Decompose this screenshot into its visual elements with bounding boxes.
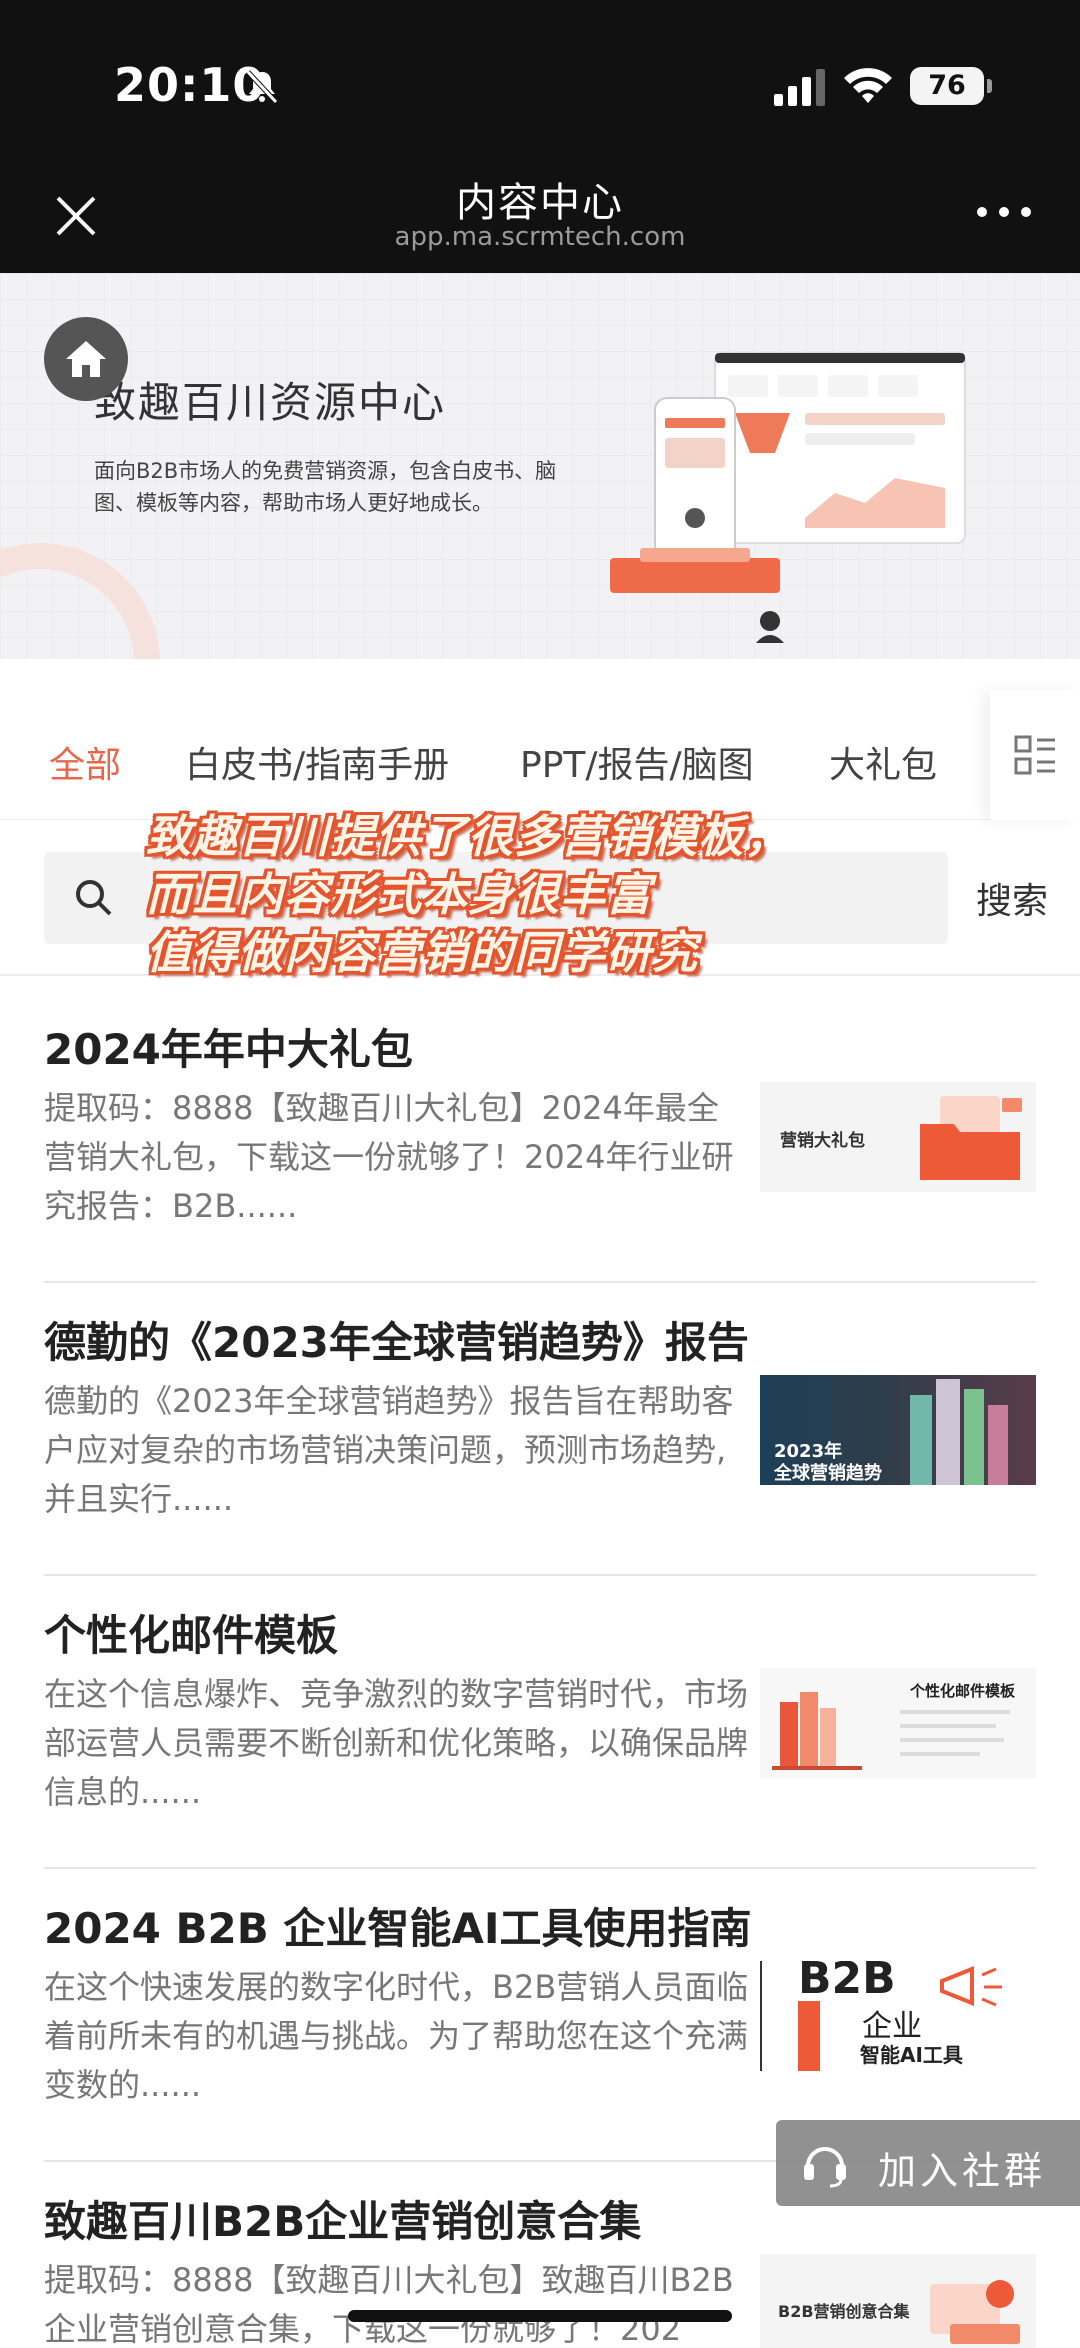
thumbnail-text-line [900, 1752, 980, 1756]
article-thumbnail[interactable]: B2B营销创意合集 [760, 2254, 1036, 2348]
hero-banner: 致趣百川资源中心 面向B2B市场人的免费营销资源，包含白皮书、脑图、模板等内容，… [0, 273, 1080, 659]
home-icon [66, 341, 106, 377]
nav-bar: 内容中心 app.ma.scrmtech.com [0, 170, 1080, 273]
banner-description: 面向B2B市场人的免费营销资源，包含白皮书、脑图、模板等内容，帮助市场人更好地成… [94, 459, 557, 515]
thumbnail-text-line [900, 1710, 1010, 1714]
article-thumbnail[interactable]: 2023年 全球营销趋势 [760, 1375, 1036, 1485]
tab-gift-pack[interactable]: 大礼包 [829, 736, 937, 788]
tab-all[interactable]: 全部 [49, 736, 121, 788]
banner-headline: 致趣百川资源中心 [94, 378, 447, 427]
join-community-button[interactable]: 加入社群 [776, 2120, 1080, 2206]
article-description: 德勤的《2023年全球营销趋势》报告旨在帮助客户应对复杂的市场营销决策问题，预测… [44, 1382, 734, 1518]
caption-line: 而且内容形式本身很丰富 [146, 868, 653, 921]
creative-collection-illustration [930, 2280, 1020, 2344]
status-bar: 20:10 76 [0, 0, 1080, 170]
thumbnail-label: 营销大礼包 [780, 1131, 865, 1151]
article-description: 提取码：8888【致趣百川大礼包】2024年最全营销大礼包，下载这一份就够了！2… [44, 1089, 734, 1225]
tab-ppt-report[interactable]: PPT/报告/脑图 [520, 736, 754, 788]
thumbnail-label: B2B营销创意合集 [778, 2302, 910, 2321]
dashboard-illustration [610, 352, 966, 643]
article-item[interactable]: 个性化邮件模板 在这个信息爆炸、竞争激烈的数字营销时代，市场部运营人员需要不断创… [44, 1576, 1036, 1869]
more-options-icon[interactable] [972, 192, 1036, 232]
join-community-label: 加入社群 [878, 2149, 1047, 2193]
page-url: app.ma.scrmtech.com [394, 222, 686, 252]
thumbnail-text-line [900, 1738, 1004, 1742]
cellular-signal-icon [774, 69, 825, 106]
crystal-towers-illustration [910, 1379, 1008, 1485]
article-item[interactable]: 德勤的《2023年全球营销趋势》报告 德勤的《2023年全球营销趋势》报告旨在帮… [44, 1283, 1036, 1576]
headset-icon [804, 2147, 846, 2188]
home-button[interactable] [44, 317, 128, 401]
folder-illustration [920, 1096, 1022, 1180]
caption-line: 值得做内容营销的同学研究 [146, 926, 699, 979]
article-title[interactable]: 2024年年中大礼包 [44, 1016, 413, 1077]
tab-whitepaper[interactable]: 白皮书/指南手册 [185, 736, 449, 788]
search-button[interactable]: 搜索 [976, 872, 1048, 924]
category-tabs: 全部 白皮书/指南手册 PPT/报告/脑图 大礼包 [0, 690, 1080, 820]
home-indicator[interactable] [348, 2310, 732, 2322]
article-title[interactable]: 德勤的《2023年全球营销趋势》报告 [44, 1309, 749, 1370]
books-illustration [772, 1692, 862, 1770]
thumbnail-label: 智能AI工具 [860, 2043, 963, 2067]
article-thumbnail[interactable]: 营销大礼包 [760, 1082, 1036, 1192]
battery-indicator: 76 [910, 67, 992, 105]
bell-muted-icon [246, 70, 278, 104]
article-description: 在这个信息爆炸、竞争激烈的数字营销时代，市场部运营人员需要不断创新和优化策略，以… [44, 1675, 749, 1811]
category-menu-button[interactable] [990, 690, 1080, 820]
thumbnail-text-line [900, 1724, 996, 1728]
article-title[interactable]: 2024 B2B 企业智能AI工具使用指南 [44, 1895, 752, 1956]
megaphone-icon [940, 1966, 1002, 2007]
article-title[interactable]: 致趣百川B2B企业营销创意合集 [44, 2188, 641, 2249]
thumbnail-label: 全球营销趋势 [774, 1463, 882, 1484]
search-icon [76, 880, 112, 916]
article-thumbnail[interactable]: B2B 企业 智能AI工具 [760, 1961, 1036, 2071]
article-item[interactable]: 2024 B2B 企业智能AI工具使用指南 在这个快速发展的数字化时代，B2B营… [44, 1869, 1036, 2162]
overlay-caption: 致趣百川提供了很多营销模板， 而且内容形式本身很丰富 值得做内容营销的同学研究 [146, 808, 906, 982]
article-title[interactable]: 个性化邮件模板 [44, 1602, 338, 1663]
grid-list-icon [1014, 735, 1055, 775]
article-thumbnail[interactable]: 个性化邮件模板 [760, 1668, 1036, 1778]
thumbnail-label: 个性化邮件模板 [910, 1682, 1016, 1700]
page-title: 内容中心 [456, 180, 624, 226]
thumbnail-accent-bar [798, 2001, 820, 2071]
thumbnail-label: B2B [798, 1961, 896, 2004]
article-item[interactable]: 2024年年中大礼包 提取码：8888【致趣百川大礼包】2024年最全营销大礼包… [44, 990, 1036, 1283]
article-description: 在这个快速发展的数字化时代，B2B营销人员面临着前所未有的机遇与挑战。为了帮助您… [44, 1968, 749, 2104]
article-description: 提取码：8888【致趣百川大礼包】致趣百川B2B企业营销创意合集，下载这一份就够… [44, 2261, 734, 2348]
wifi-icon [844, 68, 892, 103]
caption-line: 致趣百川提供了很多营销模板， [146, 810, 791, 863]
